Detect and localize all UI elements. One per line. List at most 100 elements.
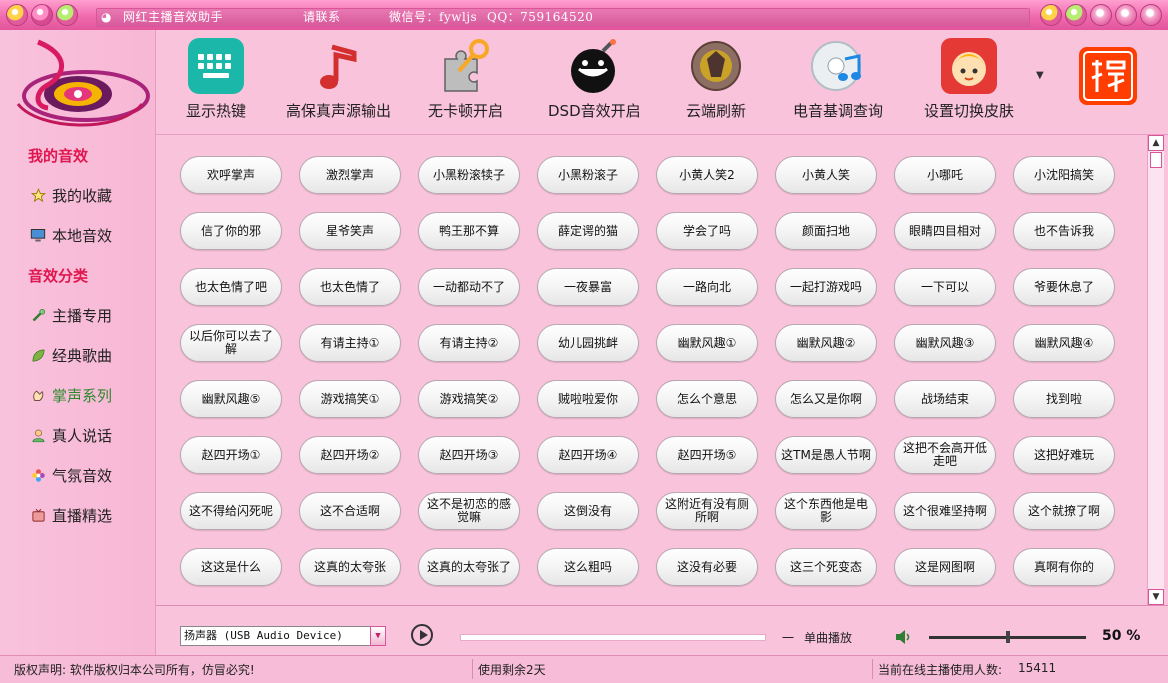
toolbar-bass-query[interactable]: 电音基调查询 (793, 36, 883, 121)
sound-button[interactable]: 怎么个意思 (656, 380, 758, 418)
minimize-button[interactable] (1090, 4, 1112, 26)
sound-button[interactable]: 学会了吗 (656, 212, 758, 250)
sound-button[interactable]: 赵四开场④ (537, 436, 639, 474)
sound-button[interactable]: 小黑粉滚子 (537, 156, 639, 194)
sound-button[interactable]: 薛定谔的猫 (537, 212, 639, 250)
sound-button[interactable]: 这没有必要 (656, 548, 758, 586)
sound-button[interactable]: 游戏搞笑② (418, 380, 520, 418)
sound-button[interactable]: 这TM是愚人节啊 (775, 436, 877, 474)
toolbar-hifi-output[interactable]: 高保真声源输出 (286, 36, 391, 121)
sound-button[interactable]: 爷要休息了 (1013, 268, 1115, 306)
sound-button[interactable]: 一动都动不了 (418, 268, 520, 306)
sound-button[interactable]: 战场结束 (894, 380, 996, 418)
sound-button[interactable]: 这不是初恋的感觉嘛 (418, 492, 520, 530)
sound-button[interactable]: 小哪吒 (894, 156, 996, 194)
sound-button[interactable]: 幼儿园挑衅 (537, 324, 639, 362)
sound-button[interactable]: 这倒没有 (537, 492, 639, 530)
sound-button[interactable]: 颜面扫地 (775, 212, 877, 250)
sound-button[interactable]: 一夜暴富 (537, 268, 639, 306)
sound-button[interactable]: 这这是什么 (180, 548, 282, 586)
volume-slider[interactable] (929, 631, 1086, 643)
menu-icon[interactable] (1065, 4, 1087, 26)
maximize-button[interactable] (1115, 4, 1137, 26)
vertical-scrollbar[interactable]: ▲ ▼ (1147, 135, 1164, 605)
sound-button[interactable]: 赵四开场⑤ (656, 436, 758, 474)
sidebar-item-atmosphere[interactable]: 气氛音效 (30, 465, 112, 486)
sound-button[interactable]: 幽默风趣② (775, 324, 877, 362)
sound-button[interactable]: 这把好难玩 (1013, 436, 1115, 474)
toolbar-cloud-refresh[interactable]: 云端刷新 (686, 36, 746, 121)
sound-button[interactable]: 激烈掌声 (299, 156, 401, 194)
scroll-down-icon[interactable]: ▼ (1148, 589, 1164, 605)
sound-button[interactable]: 小沈阳搞笑 (1013, 156, 1115, 194)
sound-button[interactable]: 幽默风趣④ (1013, 324, 1115, 362)
sidebar-item-applause[interactable]: 掌声系列 (30, 385, 112, 406)
sound-button[interactable]: 眼睛四目相对 (894, 212, 996, 250)
sound-button[interactable]: 有请主持① (299, 324, 401, 362)
output-device-select[interactable]: 扬声器 (USB Audio Device) ▼ (180, 626, 386, 646)
skin-dropdown-icon[interactable]: ▼ (1036, 70, 1044, 81)
sound-button[interactable]: 这个东西他是电影 (775, 492, 877, 530)
sidebar-item-anchor[interactable]: 主播专用 (30, 305, 112, 326)
play-button[interactable] (411, 624, 433, 646)
sound-button[interactable]: 这个就撩了啊 (1013, 492, 1115, 530)
online-count: 15411 (1018, 661, 1057, 675)
speaker-icon[interactable] (895, 630, 913, 644)
sound-button[interactable]: 幽默风趣③ (894, 324, 996, 362)
sound-button[interactable]: 这是网图啊 (894, 548, 996, 586)
sound-button[interactable]: 游戏搞笑① (299, 380, 401, 418)
sound-button[interactable]: 幽默风趣① (656, 324, 758, 362)
volume-knob[interactable] (1006, 631, 1010, 643)
sound-button[interactable]: 幽默风趣⑤ (180, 380, 282, 418)
sound-button[interactable]: 这三个死变态 (775, 548, 877, 586)
sound-button[interactable]: 这真的太夸张 (299, 548, 401, 586)
sound-button[interactable]: 也太色情了 (299, 268, 401, 306)
sidebar-item-favorites[interactable]: 我的收藏 (30, 185, 112, 206)
sound-button[interactable]: 一起打游戏吗 (775, 268, 877, 306)
progress-bar[interactable] (460, 634, 766, 641)
sound-button[interactable]: 这不合适啊 (299, 492, 401, 530)
sound-button[interactable]: 小黑粉滚犊子 (418, 156, 520, 194)
sidebar-item-local[interactable]: 本地音效 (30, 225, 112, 246)
sound-button[interactable]: 有请主持② (418, 324, 520, 362)
sound-button[interactable]: 一下可以 (894, 268, 996, 306)
sound-button[interactable]: 这真的太夸张了 (418, 548, 520, 586)
sidebar-item-live-picks[interactable]: 直播精选 (30, 505, 112, 526)
sound-button[interactable]: 找到啦 (1013, 380, 1115, 418)
sound-button[interactable]: 一路向北 (656, 268, 758, 306)
sound-button[interactable]: 这么粗吗 (537, 548, 639, 586)
sound-button[interactable]: 星爷笑声 (299, 212, 401, 250)
toolbar-switch-skin[interactable]: 设置切换皮肤 (924, 36, 1014, 121)
sound-button[interactable]: 真啊有你的 (1013, 548, 1115, 586)
sound-button[interactable]: 信了你的邪 (180, 212, 282, 250)
sound-button[interactable]: 这不得给闪死呢 (180, 492, 282, 530)
sound-button[interactable]: 赵四开场① (180, 436, 282, 474)
sound-button[interactable]: 也太色情了吧 (180, 268, 282, 306)
close-button[interactable] (1140, 4, 1162, 26)
sound-button[interactable]: 小黄人笑2 (656, 156, 758, 194)
sound-button[interactable]: 赵四开场② (299, 436, 401, 474)
sound-button[interactable]: 小黄人笑 (775, 156, 877, 194)
scroll-up-icon[interactable]: ▲ (1148, 135, 1164, 151)
sound-button[interactable]: 以后你可以去了解 (180, 324, 282, 362)
sound-button[interactable]: 也不告诉我 (1013, 212, 1115, 250)
sound-button[interactable]: 鸭王那不算 (418, 212, 520, 250)
sound-button[interactable]: 怎么又是你啊 (775, 380, 877, 418)
scroll-thumb[interactable] (1150, 152, 1162, 168)
toolbar-show-hotkeys[interactable]: 显示热键 (186, 36, 246, 121)
skin-icon[interactable] (1040, 4, 1062, 26)
sound-button[interactable]: 赵四开场③ (418, 436, 520, 474)
toolbar-no-lag[interactable]: 无卡顿开启 (428, 36, 503, 121)
sound-button[interactable]: 欢呼掌声 (180, 156, 282, 194)
sidebar-item-classic-songs[interactable]: 经典歌曲 (30, 345, 112, 366)
sound-button[interactable]: 贼啦啦爱你 (537, 380, 639, 418)
chevron-down-icon[interactable]: ▼ (370, 626, 386, 646)
sound-button[interactable]: 这个很难坚持啊 (894, 492, 996, 530)
sound-button[interactable]: 这把不会高开低走吧 (894, 436, 996, 474)
window-controls (1040, 4, 1162, 26)
toolbar-taobao[interactable] (1078, 46, 1138, 106)
toolbar-dsd-effect[interactable]: DSD音效开启 (548, 36, 641, 121)
play-mode[interactable]: 单曲播放 (804, 629, 852, 646)
sound-button[interactable]: 这附近有没有厕所啊 (656, 492, 758, 530)
sidebar-item-real-voice[interactable]: 真人说话 (30, 425, 112, 446)
